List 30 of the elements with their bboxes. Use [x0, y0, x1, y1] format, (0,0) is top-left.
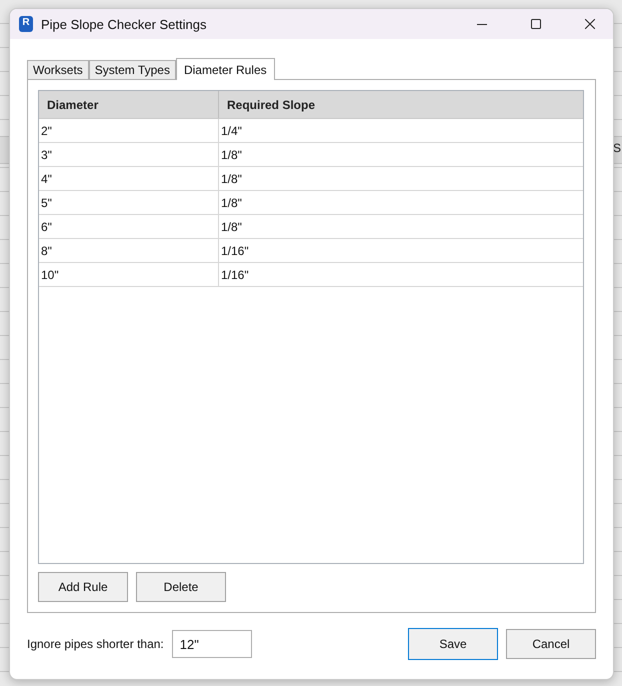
- table-cell-text: 1/16": [220, 266, 250, 284]
- table-cell-text: 1/8": [220, 218, 243, 236]
- tab[interactable]: System Types: [88, 60, 176, 79]
- app-icon: R: [19, 16, 33, 32]
- table-action-button[interactable]: Delete: [136, 572, 226, 602]
- table-cell: 10": [39, 263, 219, 286]
- table-action-button[interactable]: Add Rule: [38, 572, 128, 602]
- table-cell: 4": [39, 167, 219, 190]
- table-cell-text: 1/8": [220, 170, 243, 188]
- dialog-button[interactable]: Save: [408, 628, 498, 660]
- dialog-button[interactable]: Cancel: [506, 629, 596, 659]
- close-icon: [585, 19, 595, 29]
- maximize-icon: [531, 19, 541, 29]
- table-cell-text: 1/16": [220, 242, 250, 260]
- tab[interactable]: Diameter Rules: [176, 58, 275, 80]
- table-cell-text: 1/8": [220, 146, 243, 164]
- tab[interactable]: Worksets: [27, 60, 89, 79]
- table-cell: 5": [39, 191, 219, 214]
- min-length-field[interactable]: 12": [172, 630, 252, 658]
- table-cell: 2": [39, 119, 219, 142]
- column-header[interactable]: Diameter: [39, 91, 219, 118]
- table-cell-text: 1/8": [220, 194, 243, 212]
- column-header[interactable]: Required Slope: [219, 91, 583, 118]
- table-cell: 8": [39, 239, 219, 262]
- window-title: Pipe Slope Checker Settings: [41, 16, 208, 32]
- table-cell: 3": [39, 143, 219, 166]
- table-cell: 6": [39, 215, 219, 238]
- table-cell-text: 1/4": [220, 122, 243, 140]
- background-column-header: S: [613, 141, 622, 155]
- min-length-label: Ignore pipes shorter than:: [27, 637, 164, 651]
